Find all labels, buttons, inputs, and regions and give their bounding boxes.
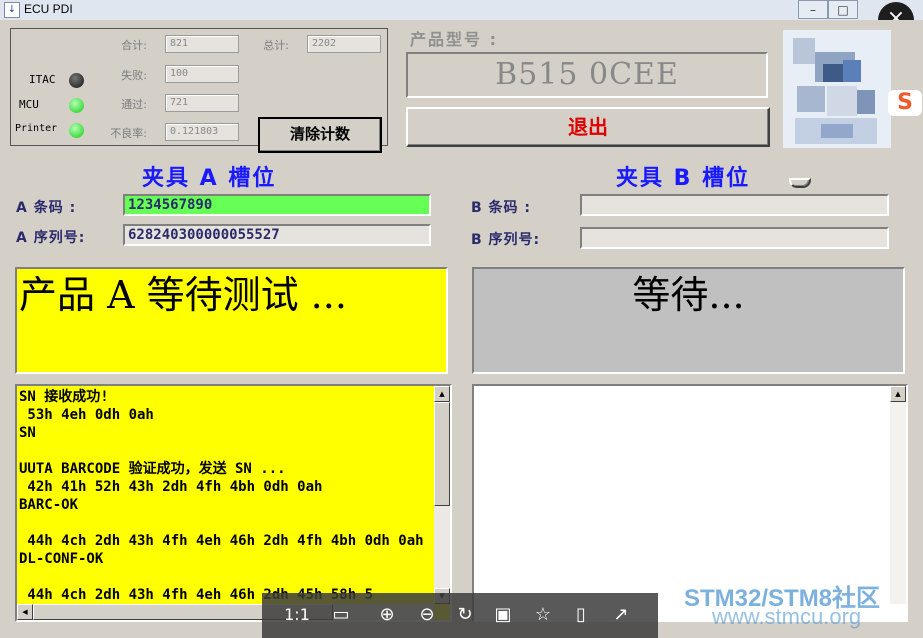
zoom-out-icon[interactable]: ⊖	[414, 603, 440, 627]
mcu-indicator-icon	[69, 98, 84, 113]
exit-button[interactable]: 退出	[406, 107, 770, 147]
slot-a-log-text: SN 接收成功! 53h 4eh 0dh 0ah SN UUTA BARCODE…	[19, 389, 424, 602]
clear-counts-button[interactable]: 清除计数	[258, 117, 382, 153]
slot-b-status-panel: 等待...	[472, 267, 905, 374]
model-label: 产品型号 :	[410, 30, 498, 49]
slot-a-log-vscroll[interactable]: ▲ ▼	[434, 386, 450, 604]
slot-a-barcode-field[interactable]: 1234567890	[123, 194, 431, 216]
watermark-url: www.stmcu.org	[712, 604, 862, 629]
mcu-label: MCU	[19, 98, 39, 111]
zoom-in-icon[interactable]: ⊕	[374, 603, 400, 627]
actual-size-button[interactable]: 1:1	[280, 603, 314, 627]
resize-handle[interactable]	[789, 178, 811, 188]
slot-a-log[interactable]: SN 接收成功! 53h 4eh 0dh 0ah SN UUTA BARCODE…	[15, 384, 452, 622]
fit-window-icon[interactable]: ▭	[328, 603, 354, 627]
counter-panel: ITAC MCU Printer 合计: 821 总计: 2202 失败: 10…	[10, 28, 388, 153]
fail-label: 失败:	[121, 69, 147, 82]
total-ok-field: 821	[165, 35, 239, 53]
maximize-button[interactable]: □	[828, 0, 858, 19]
viewer-toolbar: 1:1 ▭ ⊕ ⊖ ↻ ▣ ☆ ▯ ↗	[262, 593, 658, 638]
window-title: ECU PDI	[24, 2, 73, 16]
app-icon: ↓	[4, 2, 20, 18]
fail-field: 100	[165, 65, 239, 83]
total-ok-label: 合计:	[121, 39, 147, 52]
share-icon[interactable]: ↗	[608, 603, 634, 627]
scroll-thumb[interactable]	[434, 402, 450, 506]
pass-label: 通过:	[121, 98, 147, 111]
itac-label: ITAC	[29, 73, 56, 86]
slot-b-serial-field[interactable]	[580, 227, 889, 249]
grand-total-field: 2202	[307, 35, 381, 53]
grand-total-label: 总计:	[263, 39, 289, 52]
sogou-ime-icon[interactable]: S	[888, 90, 922, 116]
minimize-button[interactable]: –	[798, 0, 828, 19]
defect-rate-label: 不良率:	[110, 127, 147, 140]
main-window: ITAC MCU Printer 合计: 821 总计: 2202 失败: 10…	[0, 20, 923, 638]
model-display: B515 0CEE	[406, 52, 768, 98]
slot-b-title: 夹具 B 槽位	[616, 166, 751, 191]
printer-label: Printer	[15, 123, 58, 134]
slot-a-status-panel: 产品 A 等待测试 ...	[15, 267, 448, 374]
slot-a-barcode-label: A 条码 :	[16, 200, 77, 216]
pass-field: 721	[165, 94, 239, 112]
rotate-icon[interactable]: ↻	[452, 603, 478, 627]
title-bar: ↓ ECU PDI – □ ×	[0, 0, 923, 38]
favorite-icon[interactable]: ☆	[530, 603, 556, 627]
blurred-image	[783, 30, 891, 148]
printer-indicator-icon	[69, 123, 84, 138]
save-icon[interactable]: ▣	[490, 603, 516, 627]
slot-b-log-vscroll[interactable]: ▲	[890, 386, 906, 604]
scroll-up-icon[interactable]: ▲	[434, 386, 450, 402]
slot-a-serial-field[interactable]: 628240300000055527	[123, 224, 431, 246]
device-icon[interactable]: ▯	[568, 603, 594, 627]
itac-indicator-icon	[69, 73, 84, 88]
slot-b-serial-label: B 序列号:	[471, 232, 541, 248]
defect-rate-field: 0.121803	[165, 123, 239, 141]
slot-b-log-text	[476, 388, 888, 602]
slot-b-barcode-field[interactable]	[580, 194, 889, 216]
slot-a-serial-label: A 序列号:	[16, 230, 86, 246]
slot-b-barcode-label: B 条码 :	[471, 200, 532, 216]
scroll-up-icon[interactable]: ▲	[890, 386, 906, 402]
slot-a-title: 夹具 A 槽位	[142, 166, 277, 191]
scroll-left-icon[interactable]: ◀	[17, 604, 33, 620]
